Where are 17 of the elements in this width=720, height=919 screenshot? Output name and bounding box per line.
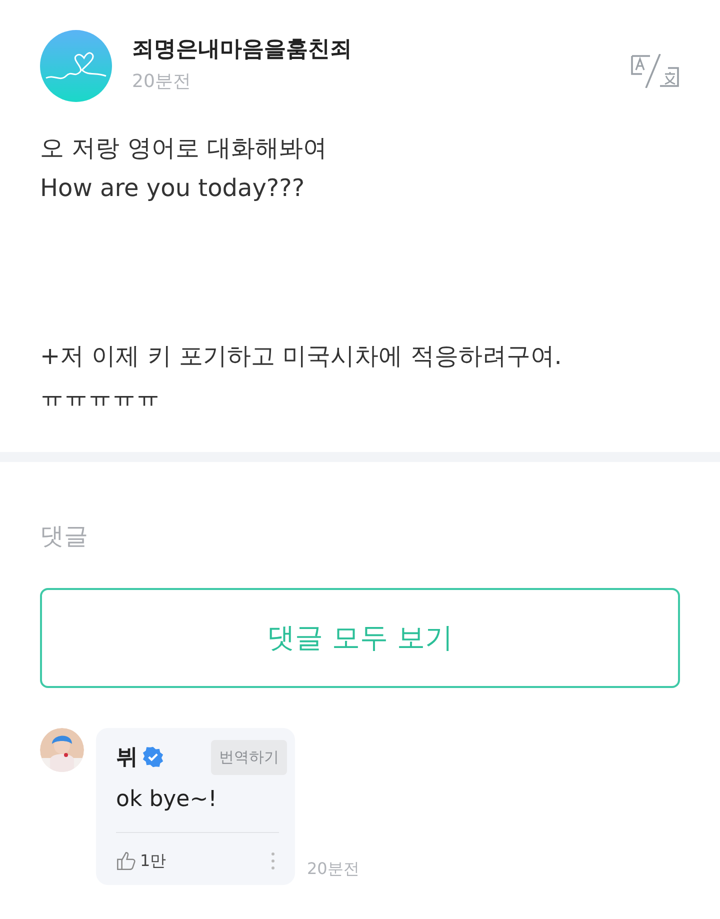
avatar [40, 30, 112, 102]
post-text: 오 저랑 영어로 대화해봐여 [40, 133, 328, 164]
post-text: +저 이제 키 포기하고 미국시차에 적응하려구여. [40, 341, 563, 372]
post-text: ㅠㅠㅠㅠㅠ [40, 381, 161, 412]
author-name: 죄명은내마음을훔친죄 [132, 36, 352, 64]
post-time: 20분전 [132, 70, 192, 94]
thumbs-up-icon[interactable] [116, 850, 136, 870]
comment-text: ok bye~! [116, 786, 218, 814]
comment-time: 20분전 [307, 858, 360, 880]
comment-author: 뷔 [116, 744, 138, 772]
translate-icon[interactable] [630, 54, 680, 88]
comments-heading: 댓글 [40, 522, 88, 550]
post-text: How are you today??? [40, 173, 306, 204]
more-icon[interactable] [271, 852, 275, 870]
view-all-comments-button[interactable]: 댓글 모두 보기 [40, 588, 680, 688]
like-count: 1만 [140, 850, 166, 872]
translate-button[interactable]: 번역하기 [211, 740, 287, 774]
